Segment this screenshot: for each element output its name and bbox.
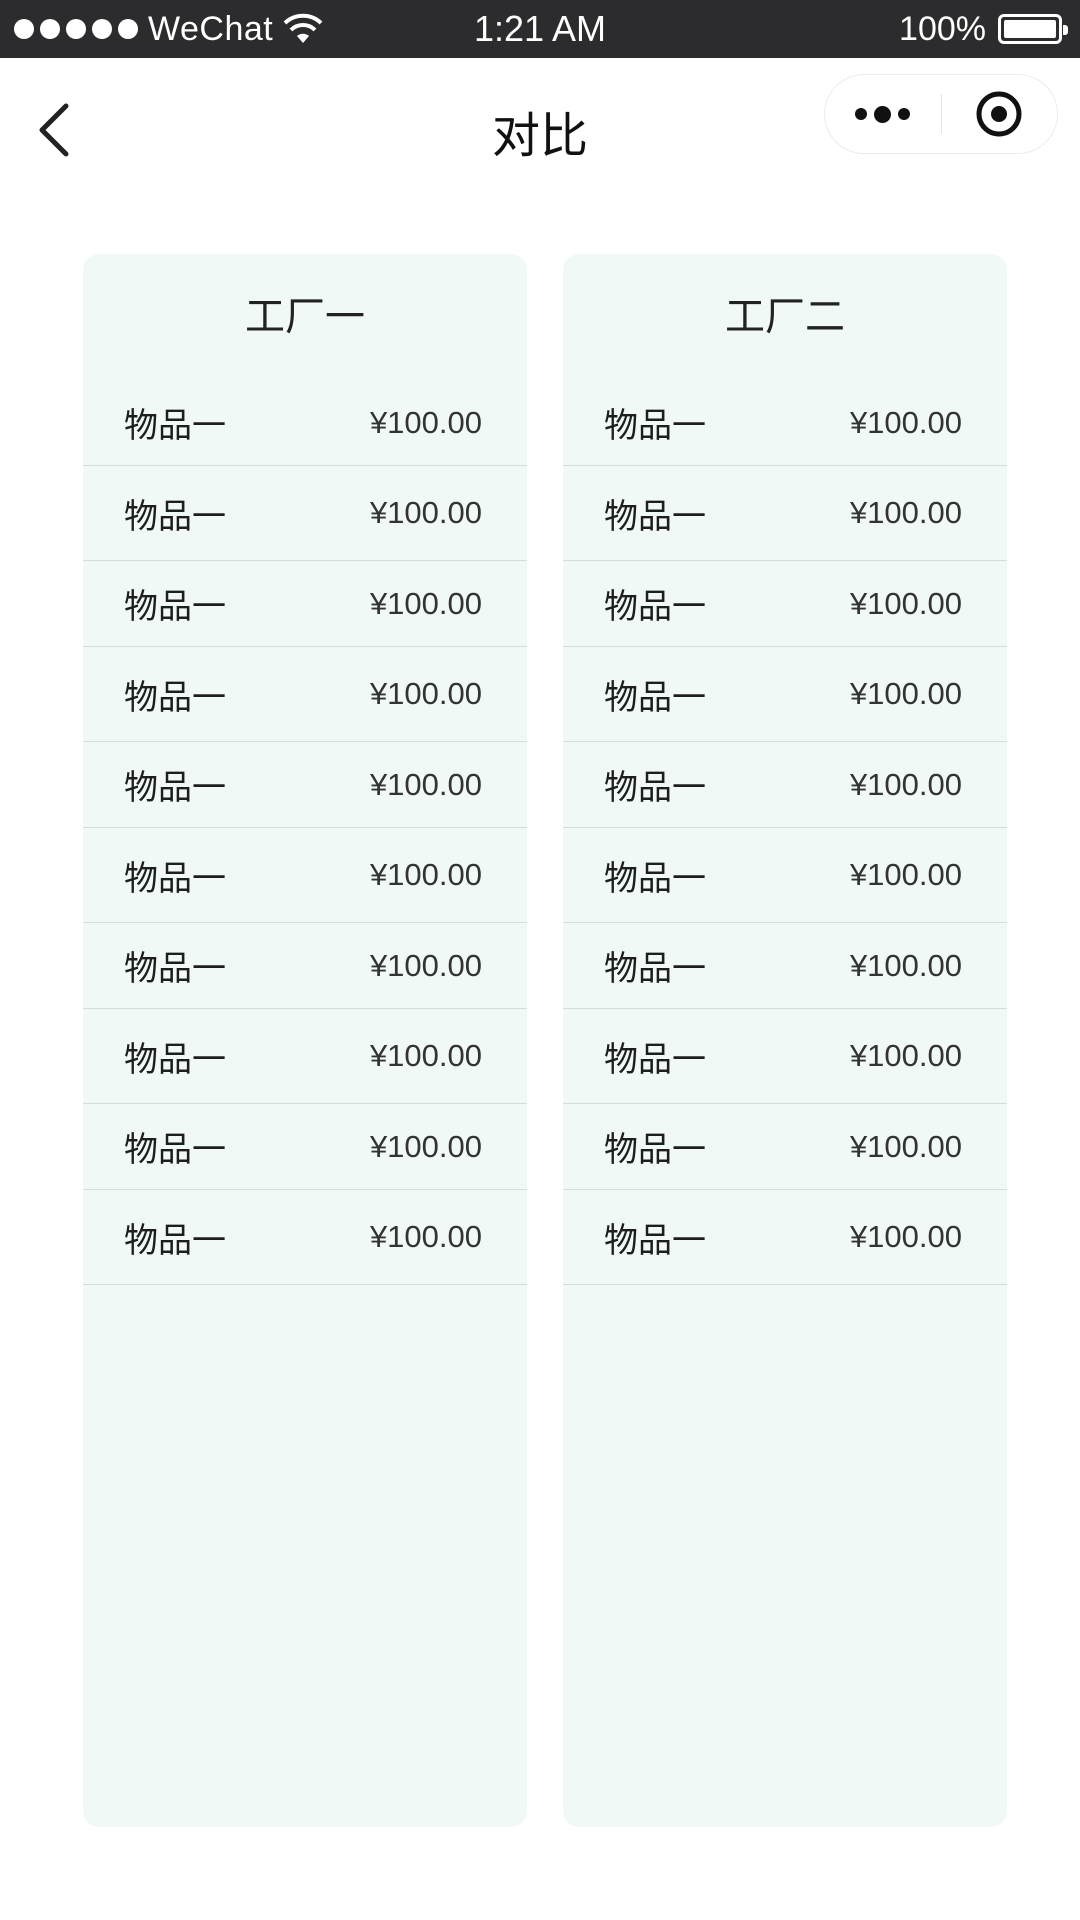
list-item[interactable]: 物品一 ¥100.00 <box>83 828 527 923</box>
list-item[interactable]: 物品一 ¥100.00 <box>83 466 527 561</box>
list-item[interactable]: 物品一 ¥100.00 <box>83 647 527 742</box>
item-name: 物品一 <box>124 406 226 446</box>
item-name: 物品一 <box>604 587 706 627</box>
item-name: 物品一 <box>604 1220 706 1261</box>
item-price: ¥100.00 <box>369 585 482 621</box>
list-item[interactable]: 物品一 ¥100.00 <box>83 380 527 466</box>
item-price: ¥100.00 <box>369 404 482 440</box>
item-name: 物品一 <box>604 949 706 989</box>
item-name: 物品一 <box>124 1220 226 1261</box>
battery-level-fill <box>1004 20 1056 38</box>
item-price: ¥100.00 <box>849 1038 962 1073</box>
list-item[interactable]: 物品一 ¥100.00 <box>563 466 1007 561</box>
item-price: ¥100.00 <box>849 1219 962 1254</box>
menu-capsule <box>824 74 1058 154</box>
item-name: 物品一 <box>124 587 226 627</box>
target-circle-icon <box>976 91 1022 137</box>
item-price: ¥100.00 <box>369 1128 482 1164</box>
list-item[interactable]: 物品一 ¥100.00 <box>563 828 1007 923</box>
item-price: ¥100.00 <box>369 676 482 711</box>
item-name: 物品一 <box>124 496 226 537</box>
factory-column-1: 工厂一 物品一 ¥100.00 物品一 ¥100.00 物品一 ¥100.00 物品一 ¥10… <box>83 254 527 1827</box>
list-item[interactable]: 物品一 ¥100.00 <box>563 647 1007 742</box>
item-name: 物品一 <box>604 858 706 899</box>
item-price: ¥100.00 <box>849 1128 962 1164</box>
battery-percent: 100% <box>899 9 986 48</box>
status-bar: WeChat 1:21 AM 100% <box>0 0 1080 58</box>
item-price: ¥100.00 <box>849 857 962 892</box>
item-price: ¥100.00 <box>849 676 962 711</box>
list-item[interactable]: 物品一 ¥100.00 <box>83 742 527 828</box>
status-right: 100% <box>899 0 1068 58</box>
item-name: 物品一 <box>604 496 706 537</box>
list-item[interactable]: 物品一 ¥100.00 <box>83 1009 527 1104</box>
list-item[interactable]: 物品一 ¥100.00 <box>563 561 1007 647</box>
item-price: ¥100.00 <box>849 947 962 983</box>
list-item[interactable]: 物品一 ¥100.00 <box>563 1190 1007 1285</box>
list-item[interactable]: 物品一 ¥100.00 <box>83 923 527 1009</box>
item-name: 物品一 <box>124 949 226 989</box>
item-price: ¥100.00 <box>369 947 482 983</box>
item-name: 物品一 <box>124 677 226 718</box>
item-name: 物品一 <box>124 858 226 899</box>
item-name: 物品一 <box>124 1039 226 1080</box>
list-item[interactable]: 物品一 ¥100.00 <box>83 1104 527 1190</box>
factory-column-2: 工厂二 物品一 ¥100.00 物品一 ¥100.00 物品一 ¥100.00 物品一 ¥10… <box>563 254 1007 1827</box>
list-item[interactable]: 物品一 ¥100.00 <box>563 742 1007 828</box>
list-item[interactable]: 物品一 ¥100.00 <box>83 1190 527 1285</box>
item-price: ¥100.00 <box>369 1038 482 1073</box>
list-item[interactable]: 物品一 ¥100.00 <box>83 561 527 647</box>
list-item[interactable]: 物品一 ¥100.00 <box>563 923 1007 1009</box>
comparison-area: 工厂一 物品一 ¥100.00 物品一 ¥100.00 物品一 ¥100.00 物品一 ¥10… <box>83 254 1007 1827</box>
item-price: ¥100.00 <box>369 495 482 530</box>
item-list: 物品一 ¥100.00 物品一 ¥100.00 物品一 ¥100.00 物品一 ¥100.00… <box>563 380 1007 1285</box>
item-name: 物品一 <box>604 677 706 718</box>
item-name: 物品一 <box>604 1039 706 1080</box>
navigation-bar: 对比 <box>0 58 1080 198</box>
item-price: ¥100.00 <box>369 1219 482 1254</box>
item-price: ¥100.00 <box>849 766 962 802</box>
list-item[interactable]: 物品一 ¥100.00 <box>563 380 1007 466</box>
item-name: 物品一 <box>124 768 226 808</box>
item-price: ¥100.00 <box>369 857 482 892</box>
item-price: ¥100.00 <box>849 404 962 440</box>
factory-title: 工厂二 <box>725 294 845 340</box>
item-name: 物品一 <box>604 1130 706 1170</box>
list-item[interactable]: 物品一 ¥100.00 <box>563 1009 1007 1104</box>
list-item[interactable]: 物品一 ¥100.00 <box>563 1104 1007 1190</box>
item-price: ¥100.00 <box>849 495 962 530</box>
factory-title: 工厂一 <box>245 294 365 340</box>
item-name: 物品一 <box>124 1130 226 1170</box>
item-name: 物品一 <box>604 768 706 808</box>
item-price: ¥100.00 <box>369 766 482 802</box>
item-list: 物品一 ¥100.00 物品一 ¥100.00 物品一 ¥100.00 物品一 ¥100.00… <box>83 380 527 1285</box>
close-miniprogram-button[interactable] <box>942 74 1058 154</box>
item-price: ¥100.00 <box>849 585 962 621</box>
item-name: 物品一 <box>604 406 706 446</box>
more-button[interactable] <box>825 74 941 154</box>
more-dots-icon <box>855 105 911 123</box>
battery-icon <box>998 14 1068 44</box>
